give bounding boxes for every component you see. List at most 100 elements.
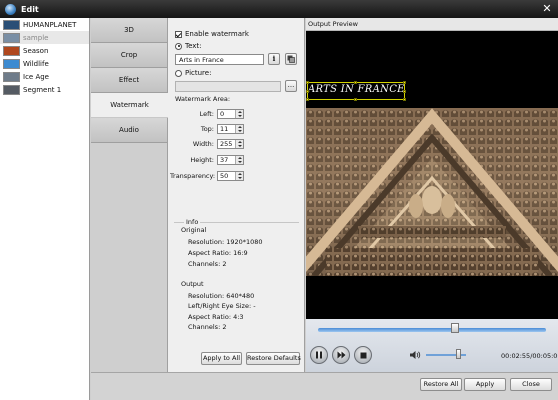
width-label: Width:: [192, 140, 214, 148]
height-spinbox[interactable]: 37: [217, 155, 244, 165]
cathedral-portal-image: [306, 108, 558, 276]
clip-item[interactable]: Ice Age: [0, 70, 89, 83]
transparency-spinbox[interactable]: 50: [217, 171, 244, 181]
picture-path-input[interactable]: [175, 81, 281, 92]
apply-button[interactable]: Apply: [464, 378, 506, 391]
original-heading: Original: [181, 226, 207, 234]
transparency-label: Transparency:: [170, 172, 216, 180]
output-heading: Output: [181, 280, 204, 288]
tab-crop[interactable]: Crop: [91, 43, 167, 68]
resize-handle[interactable]: [403, 98, 406, 101]
top-label: Top:: [200, 125, 214, 133]
font-icon: [287, 55, 295, 63]
clip-name: Season: [23, 46, 49, 55]
clip-list: HUMANPLANET sample Season Wildlife Ice A…: [0, 18, 90, 400]
time-display: 00:02:55/00:05:00: [501, 352, 558, 360]
spin-arrows-icon[interactable]: [235, 156, 243, 164]
close-icon[interactable]: ✕: [541, 3, 553, 15]
spin-arrows-icon[interactable]: [235, 125, 243, 133]
output-eye-size: Left/Right Eye Size: -: [188, 302, 256, 310]
resize-handle[interactable]: [403, 81, 406, 84]
restore-all-button[interactable]: Restore All: [420, 378, 462, 391]
edit-window: Edit ✕ HUMANPLANET sample Season Wildlif…: [0, 0, 558, 400]
close-button[interactable]: Close: [510, 378, 552, 391]
tab-effect[interactable]: Effect: [91, 68, 167, 93]
original-channels: Channels: 2: [188, 260, 227, 268]
spin-arrows-icon[interactable]: [235, 110, 243, 118]
output-aspect-ratio: Aspect Ratio: 4:3: [188, 313, 244, 321]
clip-thumbnail: [3, 58, 20, 69]
watermark-text-input[interactable]: Arts in France: [175, 54, 264, 65]
top-spinbox[interactable]: 11: [217, 124, 244, 134]
width-value: 255: [220, 140, 233, 148]
resize-handle[interactable]: [354, 98, 357, 101]
height-value: 37: [220, 156, 229, 164]
clip-name: Ice Age: [23, 72, 49, 81]
clip-item[interactable]: Segment 1: [0, 83, 89, 96]
clip-name: HUMANPLANET: [23, 20, 77, 29]
picture-option-label: Picture:: [185, 69, 212, 77]
width-spinbox[interactable]: 255: [217, 139, 244, 149]
clip-item[interactable]: sample: [0, 31, 89, 44]
transparency-value: 50: [220, 172, 229, 180]
picture-option-row[interactable]: Picture:: [175, 69, 211, 77]
output-resolution: Resolution: 640*480: [188, 292, 255, 300]
window-title: Edit: [21, 4, 39, 14]
stop-button[interactable]: [354, 346, 372, 364]
edit-tabs: 3D Crop Effect Watermark Audio: [91, 18, 168, 372]
text-radio[interactable]: [175, 42, 182, 50]
left-value: 0: [220, 110, 225, 118]
pause-icon: [316, 351, 322, 359]
resize-handle[interactable]: [306, 98, 309, 101]
clip-name: Wildlife: [23, 59, 49, 68]
spin-arrows-icon[interactable]: [235, 140, 243, 148]
info-heading: Info: [184, 218, 201, 226]
enable-watermark-row[interactable]: Enable watermark: [175, 30, 249, 38]
player-controls: 00:02:55/00:05:00: [306, 319, 558, 372]
resize-handle[interactable]: [306, 81, 309, 84]
original-aspect-ratio: Aspect Ratio: 16:9: [188, 249, 248, 257]
fast-forward-icon: [337, 351, 345, 359]
pause-button[interactable]: [310, 346, 328, 364]
spin-arrows-icon[interactable]: [235, 172, 243, 180]
resize-handle[interactable]: [403, 90, 406, 93]
browse-picture-button[interactable]: ...: [285, 80, 297, 92]
original-resolution: Resolution: 1920*1080: [188, 238, 263, 246]
fast-forward-button[interactable]: [332, 346, 350, 364]
clip-thumbnail: [3, 32, 20, 43]
resize-handle[interactable]: [306, 90, 309, 93]
clip-item[interactable]: Season: [0, 44, 89, 57]
title-bar: Edit ✕: [0, 0, 558, 18]
top-value: 11: [220, 125, 229, 133]
text-info-button[interactable]: i: [268, 53, 280, 65]
tab-watermark[interactable]: Watermark: [91, 93, 168, 118]
clip-thumbnail: [3, 45, 20, 56]
seek-bar[interactable]: [318, 328, 546, 332]
text-option-label: Text:: [185, 42, 202, 50]
enable-watermark-label: Enable watermark: [185, 30, 249, 38]
clip-thumbnail: [3, 19, 20, 30]
clip-item[interactable]: Wildlife: [0, 57, 89, 70]
font-settings-button[interactable]: [285, 53, 297, 65]
restore-defaults-button[interactable]: Restore Defaults: [246, 352, 301, 365]
enable-watermark-checkbox[interactable]: [175, 30, 182, 38]
clip-thumbnail: [3, 84, 20, 95]
text-option-row[interactable]: Text:: [175, 42, 202, 50]
clip-thumbnail: [3, 71, 20, 82]
clip-item[interactable]: HUMANPLANET: [0, 18, 89, 31]
left-spinbox[interactable]: 0: [217, 109, 244, 119]
seek-handle[interactable]: [450, 323, 459, 333]
volume-handle[interactable]: [456, 349, 461, 359]
watermark-area-label: Watermark Area:: [175, 95, 231, 103]
tab-audio[interactable]: Audio: [91, 118, 167, 143]
apply-to-all-button[interactable]: Apply to All: [201, 352, 242, 365]
picture-radio[interactable]: [175, 69, 182, 77]
preview-stage: ARTS IN FRANCE: [306, 31, 558, 319]
clip-name: sample: [23, 33, 49, 42]
left-label: Left:: [199, 110, 214, 118]
tab-3d[interactable]: 3D: [91, 18, 167, 43]
output-preview-header: Output Preview: [306, 18, 558, 31]
resize-handle[interactable]: [354, 81, 357, 84]
height-label: Height:: [190, 156, 214, 164]
volume-icon[interactable]: [409, 350, 421, 360]
